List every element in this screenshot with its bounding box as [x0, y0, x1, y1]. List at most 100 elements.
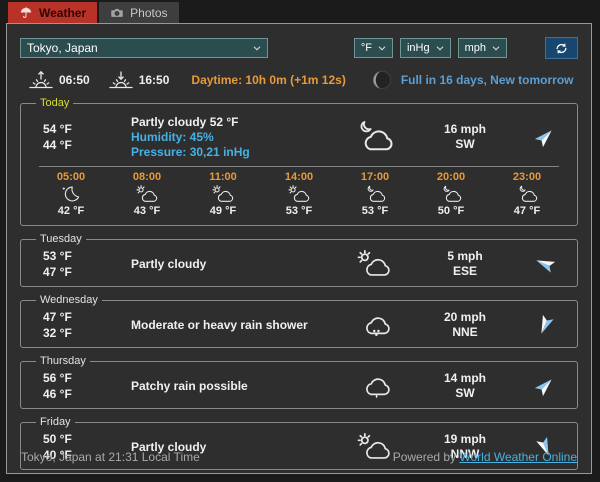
day-name: Friday [36, 416, 75, 428]
umbrella-icon [19, 6, 33, 20]
day-wind-speed: 19 mph [409, 432, 521, 447]
day-details: Partly cloudy [121, 257, 339, 272]
powered-by: Powered by World Weather Online [393, 450, 577, 464]
wind-arrow-icon [533, 374, 557, 398]
pressure-unit-select[interactable]: inHg [400, 38, 451, 58]
day-wind-speed: 5 mph [409, 249, 521, 264]
day-details: Patchy rain possible [121, 379, 339, 394]
unit-controls: °F inHg mph [354, 37, 578, 59]
day-row: 53 °F 47 °F Partly cloudy 5 mph ESE [29, 245, 569, 283]
day-group-wednesday: Wednesday 47 °F 32 °F Moderate or heavy … [20, 294, 578, 348]
hour-temp: 47 °F [489, 205, 565, 217]
wind-arrow-icon [533, 252, 557, 276]
day-wind-speed: 14 mph [409, 371, 521, 386]
hourly-cell: 23:00 47 °F [489, 171, 565, 217]
cloud-sun-icon [357, 250, 391, 279]
day-row: 47 °F 32 °F Moderate or heavy rain showe… [29, 306, 569, 344]
today-separator [39, 166, 559, 167]
sunset-icon [108, 70, 134, 90]
moon-status-text: Full in 16 days, New tomorrow [401, 73, 574, 87]
pressure-unit-value: inHg [407, 42, 430, 54]
day-details: Moderate or heavy rain shower [121, 318, 339, 333]
hourly-cell: 08:00 43 °F [109, 171, 185, 217]
chevron-down-icon [434, 42, 446, 54]
day-high-temp: 50 °F [43, 431, 121, 447]
day-name: Thursday [36, 355, 90, 367]
day-group-thursday: Thursday 56 °F 46 °F Patchy rain possibl… [20, 355, 578, 409]
today-temps: 54 °F 44 °F [29, 121, 121, 153]
hour-time: 23:00 [489, 171, 565, 183]
day-wind-direction: ESE [409, 264, 521, 279]
weather-panel: Tokyo, Japan °F inHg mph [6, 23, 592, 474]
cloud-drizzle-icon [357, 372, 391, 401]
day-temps: 56 °F 46 °F [29, 370, 121, 402]
hourly-cell: 11:00 49 °F [185, 171, 261, 217]
chevron-down-icon [376, 42, 388, 54]
cloud-sun-icon [288, 185, 310, 204]
hourly-cell: 17:00 53 °F [337, 171, 413, 217]
hourly-forecast: 05:00 42 °F 08:00 43 °F 11:00 49 °F 14:0… [29, 168, 569, 222]
sunset-time: 16:50 [139, 73, 170, 87]
hour-time: 20:00 [413, 171, 489, 183]
location-select[interactable]: Tokyo, Japan [20, 38, 268, 58]
today-pressure: Pressure: 30,21 inHg [131, 145, 339, 160]
today-humidity: Humidity: 45% [131, 130, 339, 145]
day-wind-direction: NNE [409, 325, 521, 340]
local-time-status: Tokyo, Japan at 21:31 Local Time [21, 450, 200, 464]
chevron-down-icon [490, 42, 502, 54]
cloud-moon-icon [440, 185, 462, 204]
today-wind: 16 mph SW [409, 122, 521, 152]
today-low-temp: 44 °F [43, 137, 121, 153]
refresh-icon [554, 41, 569, 56]
weather-app-window: Weather Photos Tokyo, Japan °F inHg [0, 0, 600, 482]
day-condition: Partly cloudy [131, 257, 339, 272]
cloud-rain-icon [357, 311, 391, 340]
today-details: Partly cloudy 52 °F Humidity: 45% Pressu… [121, 115, 339, 160]
hour-temp: 53 °F [337, 205, 413, 217]
day-wind: 14 mph SW [409, 371, 521, 401]
speed-unit-value: mph [465, 42, 486, 54]
world-weather-online-link[interactable]: World Weather Online [459, 450, 577, 464]
day-name: Wednesday [36, 294, 102, 306]
moon-icon [60, 185, 82, 204]
hour-time: 17:00 [337, 171, 413, 183]
today-condition: Partly cloudy 52 °F [131, 115, 339, 130]
temperature-unit-value: °F [361, 42, 372, 54]
hourly-cell: 14:00 53 °F [261, 171, 337, 217]
sunrise-time: 06:50 [59, 73, 90, 87]
tab-photos[interactable]: Photos [99, 2, 178, 23]
today-group: Today 54 °F 44 °F Partly cloudy 52 °F Hu… [20, 97, 578, 226]
cloud-moon-icon [364, 185, 386, 204]
hour-temp: 43 °F [109, 205, 185, 217]
hour-temp: 50 °F [413, 205, 489, 217]
tab-weather-label: Weather [39, 6, 86, 20]
tab-bar: Weather Photos [8, 2, 179, 23]
daytime-text: Daytime: 10h 0m (+1m 12s) [191, 73, 345, 87]
tab-weather[interactable]: Weather [8, 2, 97, 23]
tab-photos-label: Photos [130, 6, 167, 20]
astro-row: 06:50 16:50 Daytime: 10h 0m (+1m 12s) Fu… [28, 68, 578, 92]
day-temps: 47 °F 32 °F [29, 309, 121, 341]
refresh-button[interactable] [545, 37, 578, 59]
today-high-temp: 54 °F [43, 121, 121, 137]
day-temps: 53 °F 47 °F [29, 248, 121, 280]
camera-icon [110, 6, 124, 20]
day-high-temp: 53 °F [43, 248, 121, 264]
hour-temp: 49 °F [185, 205, 261, 217]
day-wind-speed: 20 mph [409, 310, 521, 325]
hour-time: 05:00 [33, 171, 109, 183]
day-condition: Patchy rain possible [131, 379, 339, 394]
temperature-unit-select[interactable]: °F [354, 38, 393, 58]
status-bar: Tokyo, Japan at 21:31 Local Time Powered… [21, 450, 577, 464]
today-summary: 54 °F 44 °F Partly cloudy 52 °F Humidity… [29, 109, 569, 165]
today-wind-direction: SW [409, 137, 521, 152]
day-row: 56 °F 46 °F Patchy rain possible 14 mph … [29, 367, 569, 405]
sunrise-icon [28, 70, 54, 90]
powered-by-prefix: Powered by [393, 450, 460, 464]
hour-time: 08:00 [109, 171, 185, 183]
today-group-title: Today [36, 97, 73, 109]
day-name: Tuesday [36, 233, 86, 245]
speed-unit-select[interactable]: mph [458, 38, 507, 58]
wind-arrow-icon [533, 313, 557, 337]
toolbar: Tokyo, Japan °F inHg mph [20, 37, 578, 59]
